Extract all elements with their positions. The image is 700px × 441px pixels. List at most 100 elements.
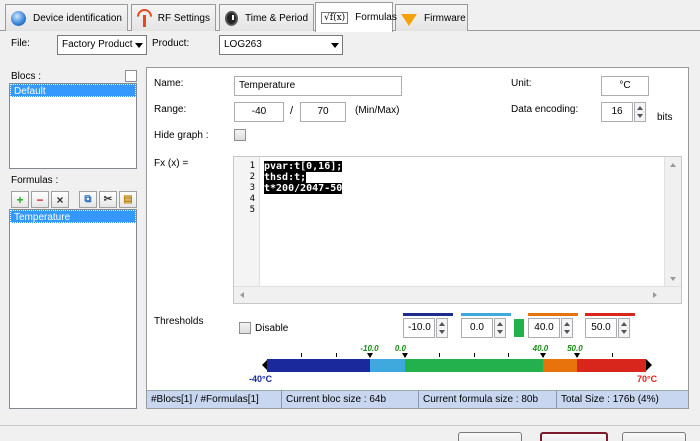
threshold-spinner[interactable] [561, 318, 573, 338]
code-lines[interactable]: pvar:t[0,16]; thsd:t; t*200/2047-50 [264, 161, 343, 194]
list-item[interactable]: Default [10, 84, 136, 97]
code-line: pvar:t[0,16]; [264, 161, 343, 172]
copy-icon: ⧉ [84, 194, 92, 205]
highlighted-dialog-button[interactable] [540, 432, 608, 441]
threshold-input-1[interactable]: -10.0 [403, 318, 435, 338]
scroll-left-icon[interactable] [240, 292, 244, 298]
threshold-marker[interactable] [574, 353, 581, 358]
unit-input[interactable]: °C [601, 76, 649, 96]
scale-segment [542, 359, 578, 372]
tab-label: Formulas [355, 12, 397, 23]
file-select[interactable]: Factory Product [57, 35, 147, 55]
line-number: 3 [249, 183, 255, 193]
tab-device-identification[interactable]: Device identification [5, 4, 128, 31]
paste-icon: ▤ [123, 194, 133, 205]
range-min-input[interactable]: -40 [234, 102, 284, 122]
scale-tick [335, 353, 337, 357]
list-item[interactable]: Temperature [10, 210, 136, 223]
vertical-scrollbar[interactable] [664, 157, 681, 287]
blocs-options-box[interactable] [125, 70, 137, 82]
encoding-spinner[interactable] [634, 102, 646, 122]
cut-button[interactable]: ✂ [99, 191, 117, 208]
scale-segment [404, 359, 543, 372]
tab-label: Time & Period [245, 12, 308, 24]
copy-button[interactable]: ⧉ [79, 191, 97, 208]
sqrt-function-icon: √f(x) [321, 11, 349, 24]
threshold-input-2[interactable]: 0.0 [461, 318, 493, 338]
tab-firmware[interactable]: Firmware [395, 4, 468, 31]
clock-icon [225, 10, 239, 26]
tab-bar: Device identification RF Settings Time &… [0, 0, 700, 32]
line-number: 2 [249, 172, 255, 182]
status-bloc-size: Current bloc size : 64b [282, 391, 419, 408]
close-icon: × [56, 192, 64, 207]
dialog-button[interactable] [458, 432, 522, 441]
name-input[interactable]: Temperature [234, 76, 402, 96]
file-label: File: [11, 38, 30, 49]
scroll-down-icon[interactable] [670, 277, 676, 281]
line-number: 1 [249, 161, 255, 171]
horizontal-scrollbar[interactable] [234, 286, 681, 303]
scale-tick [301, 353, 303, 357]
disable-label: Disable [255, 323, 289, 334]
range-hint: (Min/Max) [355, 105, 400, 116]
range-separator: / [290, 105, 294, 117]
product-select[interactable]: LOG263 [219, 35, 343, 55]
scissors-icon: ✂ [103, 194, 113, 205]
threshold-input-4[interactable]: 50.0 [585, 318, 617, 338]
tab-formulas[interactable]: √f(x) Formulas [315, 2, 397, 32]
threshold-marker[interactable] [401, 353, 408, 358]
data-encoding-input[interactable]: 16 [601, 102, 633, 122]
disable-checkbox[interactable] [239, 322, 251, 334]
chevron-down-icon [331, 43, 339, 48]
tab-rf-settings[interactable]: RF Settings [131, 4, 216, 31]
range-label: Range: [154, 104, 187, 115]
threshold-spinner[interactable] [436, 318, 448, 338]
file-select-value: Factory Product [62, 39, 133, 50]
scroll-right-icon[interactable] [653, 292, 657, 298]
tab-time-period[interactable]: Time & Period [219, 4, 314, 31]
threshold-marker-label: -10.0 [360, 344, 379, 353]
status-counts: #Blocs[1] / #Formulas[1] [147, 391, 282, 408]
threshold-input-3[interactable]: 40.0 [528, 318, 560, 338]
scale-segment [370, 359, 405, 372]
scale-max-label: 70°C [637, 374, 658, 384]
scroll-up-icon[interactable] [670, 163, 676, 167]
threshold-spinner[interactable] [618, 318, 630, 338]
hide-graph-checkbox[interactable] [234, 129, 246, 141]
globe-icon [11, 10, 26, 26]
scale-segment [267, 359, 371, 372]
thresholds-label: Thresholds [154, 316, 204, 327]
fx-label: Fx (x) = [154, 158, 189, 169]
name-label: Name: [154, 78, 184, 89]
data-encoding-label: Data encoding: [511, 104, 579, 115]
range-max-input[interactable]: 70 [300, 102, 346, 122]
scale-tick [508, 353, 510, 357]
scale-tick [439, 353, 441, 357]
blocs-list[interactable]: Default [9, 83, 137, 169]
formulas-list[interactable]: Temperature [9, 209, 137, 409]
line-number-gutter: 1 2 3 4 5 [234, 157, 260, 287]
chevron-down-icon [135, 43, 143, 48]
delete-formula-button[interactable]: × [51, 191, 69, 208]
dialog-button[interactable] [622, 432, 686, 441]
scale-min-label: -40°C [249, 374, 273, 384]
minus-icon: − [36, 192, 44, 207]
threshold-color-line [403, 313, 453, 316]
threshold-marker[interactable] [367, 353, 374, 358]
download-arrow-icon [401, 14, 417, 26]
scale-segment [577, 359, 646, 372]
add-formula-button[interactable]: + [11, 191, 29, 208]
hide-graph-label: Hide graph : [154, 130, 209, 141]
threshold-marker-label: 40.0 [532, 344, 549, 353]
scale-tick [611, 353, 613, 357]
formulas-label: Formulas : [11, 175, 59, 186]
threshold-marker[interactable] [539, 353, 546, 358]
remove-formula-button[interactable]: − [31, 191, 49, 208]
encoding-unit: bits [657, 112, 673, 123]
threshold-marker-label: 50.0 [567, 344, 583, 353]
status-bar: #Blocs[1] / #Formulas[1] Current bloc si… [147, 390, 688, 408]
threshold-spinner[interactable] [494, 318, 506, 338]
formula-code-editor[interactable]: 1 2 3 4 5 pvar:t[0,16]; thsd:t; t*200/20… [233, 156, 682, 304]
paste-button[interactable]: ▤ [119, 191, 137, 208]
